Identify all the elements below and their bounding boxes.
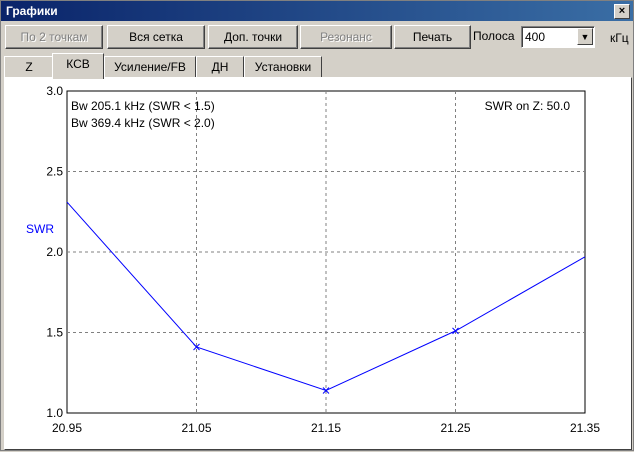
title-bar[interactable]: Графики ×	[1, 1, 633, 21]
tab-swr[interactable]: КСВ	[52, 53, 104, 79]
x-tick-label: 21.05	[181, 421, 211, 435]
bandwidth-annotation-2: Bw 369.4 kHz (SWR < 2.0)	[71, 116, 215, 130]
y-tick-label: 3.0	[46, 84, 63, 98]
band-label: Полоса	[473, 29, 515, 43]
window-title: Графики	[6, 4, 58, 18]
band-unit: кГц	[610, 31, 629, 45]
tab-z[interactable]: Z	[4, 56, 54, 79]
y-tick-label: 2.5	[46, 165, 63, 179]
x-tick-label: 21.35	[570, 421, 600, 435]
y-axis-label: SWR	[26, 222, 54, 236]
tab-pattern[interactable]: ДН	[196, 56, 244, 79]
swr-on-z-annotation: SWR on Z: 50.0	[485, 99, 571, 113]
chart-panel: 20.95 21.05 21.15 21.25 21.35 1.0 1.5 2.0 2.5 3.0…	[4, 77, 632, 450]
y-tick-label: 2.0	[46, 245, 63, 259]
bandwidth-annotation-1: Bw 205.1 kHz (SWR < 1.5)	[71, 99, 215, 113]
swr-chart: 20.95 21.05 21.15 21.25 21.35 1.0 1.5 2.0 2.5 3.0…	[26, 84, 600, 435]
x-tick-label: 21.25	[440, 421, 470, 435]
x-tick-label: 20.95	[52, 421, 82, 435]
band-select[interactable]: 400 ▼	[521, 26, 595, 48]
resonance-button[interactable]: Резонанс	[300, 25, 392, 49]
y-tick-label: 1.5	[46, 326, 63, 340]
y-tick-label: 1.0	[46, 406, 63, 420]
close-icon[interactable]: ×	[614, 4, 630, 19]
x-tick-label: 21.15	[311, 421, 341, 435]
band-value: 400	[525, 30, 546, 44]
graphs-window: Графики × По 2 точкам Вся сетка Доп. точ…	[0, 0, 634, 451]
tab-gain-fb[interactable]: Усиление/FB	[104, 56, 196, 79]
extra-points-button[interactable]: Доп. точки	[208, 25, 298, 49]
all-grid-button[interactable]: Вся сетка	[107, 25, 205, 49]
chevron-down-icon[interactable]: ▼	[577, 28, 593, 45]
print-button[interactable]: Печать	[394, 25, 471, 49]
tab-settings[interactable]: Установки	[244, 56, 322, 79]
two-points-button[interactable]: По 2 точкам	[5, 25, 103, 49]
